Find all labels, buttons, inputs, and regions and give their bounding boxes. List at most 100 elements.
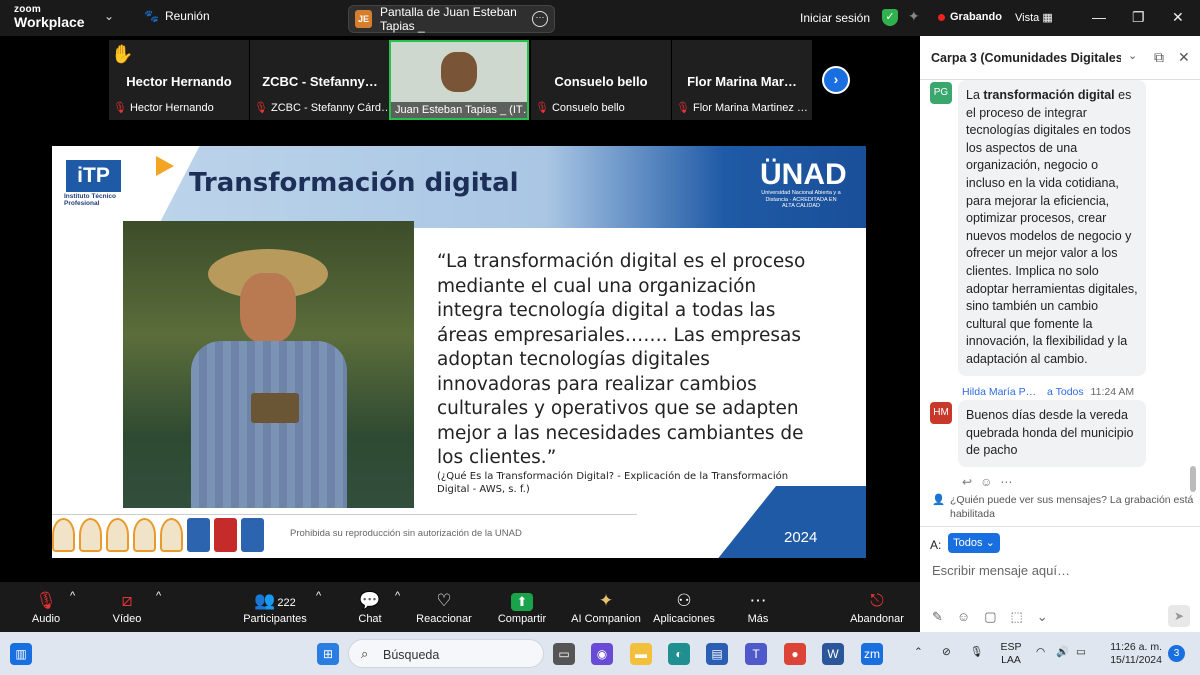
search-placeholder: Búsqueda: [383, 648, 440, 662]
more-button[interactable]: ⋯ Más: [744, 590, 772, 625]
chat-scrollbar[interactable]: [1190, 466, 1196, 492]
chevron-up-icon[interactable]: ⌃: [914, 646, 923, 659]
chevron-down-icon[interactable]: ⌄: [1128, 49, 1137, 62]
more-icon[interactable]: ···: [532, 11, 548, 27]
view-menu[interactable]: Vista ▦: [1015, 11, 1053, 24]
clock[interactable]: 11:26 a. m. 15/11/2024: [1100, 641, 1162, 667]
zoom-icon[interactable]: zm: [861, 643, 883, 665]
signin-link[interactable]: Iniciar sesión: [800, 11, 870, 25]
itp-logo-subtitle: Instituto Técnico Profesional: [64, 193, 116, 208]
chat-header: Carpa 3 (Comunidades Digitales … ⌄ ⧉ ✕: [920, 36, 1200, 80]
chat-message[interactable]: La transformación digital es el proceso …: [958, 80, 1146, 376]
share-button[interactable]: ⬆ Compartir: [496, 590, 548, 625]
network-icon[interactable]: ◠: [1036, 646, 1045, 659]
wifi-off-icon[interactable]: ⊘: [942, 646, 951, 659]
chat-message[interactable]: Buenos días desde la vereda quebrada hon…: [958, 400, 1146, 467]
video-off-icon: ⧄: [121, 591, 133, 610]
speaker-video: [441, 52, 477, 92]
recipient-dropdown[interactable]: Todos ⌄: [948, 533, 1000, 553]
windows-start-icon[interactable]: ⊞: [317, 643, 339, 665]
app-icon[interactable]: ◉: [591, 643, 613, 665]
file-icon[interactable]: ▢: [984, 609, 996, 625]
meeting-menu[interactable]: 🐾 Reunión: [144, 9, 210, 23]
avatar[interactable]: PG: [930, 82, 952, 104]
chrome-icon[interactable]: ●: [784, 643, 806, 665]
shared-screen: iTP Instituto Técnico Profesional Transf…: [0, 124, 920, 582]
chat-title[interactable]: Carpa 3 (Comunidades Digitales …: [931, 51, 1121, 65]
edge-icon[interactable]: ◐: [668, 643, 690, 665]
photo-shirt: [191, 341, 347, 508]
popout-icon[interactable]: ⧉: [1154, 49, 1164, 66]
chevron-down-icon[interactable]: ⌄: [104, 9, 114, 23]
chevron-down-icon[interactable]: ⌄: [1037, 609, 1048, 625]
minimize-icon[interactable]: —: [1092, 9, 1106, 25]
leave-button[interactable]: ⎋ Abandonar: [848, 590, 906, 625]
slide-year: 2024: [784, 529, 818, 546]
participant-tile[interactable]: Consuelo bello 🎙 Consuelo bello: [531, 40, 671, 120]
chat-divider: [920, 526, 1200, 527]
teams-icon[interactable]: T: [745, 643, 767, 665]
clock-time: 11:26 a. m.: [1110, 641, 1162, 653]
notification-badge[interactable]: 3: [1168, 645, 1185, 662]
video-options-caret[interactable]: ^: [156, 590, 161, 602]
participant-label-text: Hector Hernando: [129, 101, 214, 114]
grid-icon: ▦: [1042, 12, 1053, 24]
participant-tile[interactable]: ZCBC - Stefanny… 🎙 ZCBC - Stefanny Cárd…: [250, 40, 390, 120]
volume-icon[interactable]: 🔊: [1056, 646, 1069, 659]
apps-button[interactable]: ⚇ Aplicaciones: [652, 590, 716, 625]
chat-button[interactable]: 💬 Chat: [356, 590, 384, 625]
format-icon[interactable]: ✎: [932, 609, 943, 625]
shield-check-icon[interactable]: ✓: [882, 9, 898, 26]
screen-share-pill[interactable]: JE Pantalla de Juan Esteban Tapias _ ···: [348, 5, 555, 33]
message-sender[interactable]: Hilda María P…: [962, 386, 1036, 398]
boy-with-tablet-photo: [123, 221, 414, 508]
participants-label: Participantes: [243, 613, 307, 625]
chat-options-caret[interactable]: ^: [395, 590, 400, 602]
audio-button[interactable]: 🎙 Audio: [30, 590, 62, 625]
language-indicator[interactable]: ESP LAA: [998, 641, 1024, 667]
chat-icon: 💬: [359, 591, 381, 610]
avatar[interactable]: HM: [930, 402, 952, 424]
participants-options-caret[interactable]: ^: [316, 590, 321, 602]
participant-tile[interactable]: Flor Marina Mar… 🎙 Flor Marina Martinez …: [672, 40, 812, 120]
chat-label: Chat: [358, 613, 382, 625]
audio-options-caret[interactable]: ^: [70, 590, 75, 602]
zoom-logo: zoom Workplace: [14, 5, 85, 30]
screenshot-icon[interactable]: ⬚: [1010, 609, 1022, 625]
participants-button[interactable]: 👥 222 Participantes: [240, 590, 310, 625]
participant-tile[interactable]: ✋ Hector Hernando 🎙 Hector Hernando: [109, 40, 249, 120]
send-button[interactable]: ➤: [1168, 605, 1190, 627]
sparkle-icon[interactable]: ✦: [908, 8, 920, 25]
battery-icon[interactable]: ▭: [1076, 646, 1086, 659]
apps-icon: ⚇: [676, 591, 692, 610]
presentation-slide: iTP Instituto Técnico Profesional Transf…: [52, 146, 866, 558]
close-icon[interactable]: ✕: [1172, 9, 1184, 26]
certification-badge: [106, 518, 129, 552]
reactions-button[interactable]: ♡ Reaccionar: [416, 590, 472, 625]
emoji-reaction-icon[interactable]: ☺: [980, 475, 992, 489]
word-icon[interactable]: W: [822, 643, 844, 665]
mic-icon[interactable]: 🎙: [970, 646, 983, 659]
chat-message-input[interactable]: [932, 560, 1190, 580]
emoji-icon[interactable]: ☺: [957, 609, 970, 625]
taskbar-search[interactable]: ⌕ Búsqueda: [348, 639, 544, 668]
more-icon[interactable]: ⋯: [1000, 475, 1012, 489]
reply-icon[interactable]: ↩: [962, 475, 972, 489]
video-button[interactable]: ⧄ Vídeo: [108, 590, 146, 625]
task-view-icon[interactable]: ▭: [553, 643, 575, 665]
widgets-icon[interactable]: ▥: [10, 643, 32, 665]
active-speaker-tile[interactable]: Juan Esteban Tapias _ (IT…: [389, 40, 529, 120]
next-page-button[interactable]: ›: [822, 66, 850, 94]
file-explorer-icon[interactable]: ▬: [630, 643, 652, 665]
privacy-notice[interactable]: 👤 ¿Quién puede ver sus mensajes? La grab…: [932, 493, 1194, 521]
recording-indicator[interactable]: Grabando: [938, 11, 1002, 23]
store-icon[interactable]: ▤: [706, 643, 728, 665]
recording-label: Grabando: [950, 11, 1002, 23]
close-icon[interactable]: ✕: [1178, 49, 1190, 66]
ai-companion-button[interactable]: ✦ AI Companion: [570, 590, 642, 625]
heart-icon: ♡: [436, 591, 452, 610]
slide-citation: (¿Qué Es la Transformación Digital? - Ex…: [437, 471, 789, 495]
restore-icon[interactable]: ❐: [1132, 9, 1145, 26]
recipient-value: Todos: [953, 537, 983, 549]
itp-logo: iTP: [66, 160, 121, 192]
